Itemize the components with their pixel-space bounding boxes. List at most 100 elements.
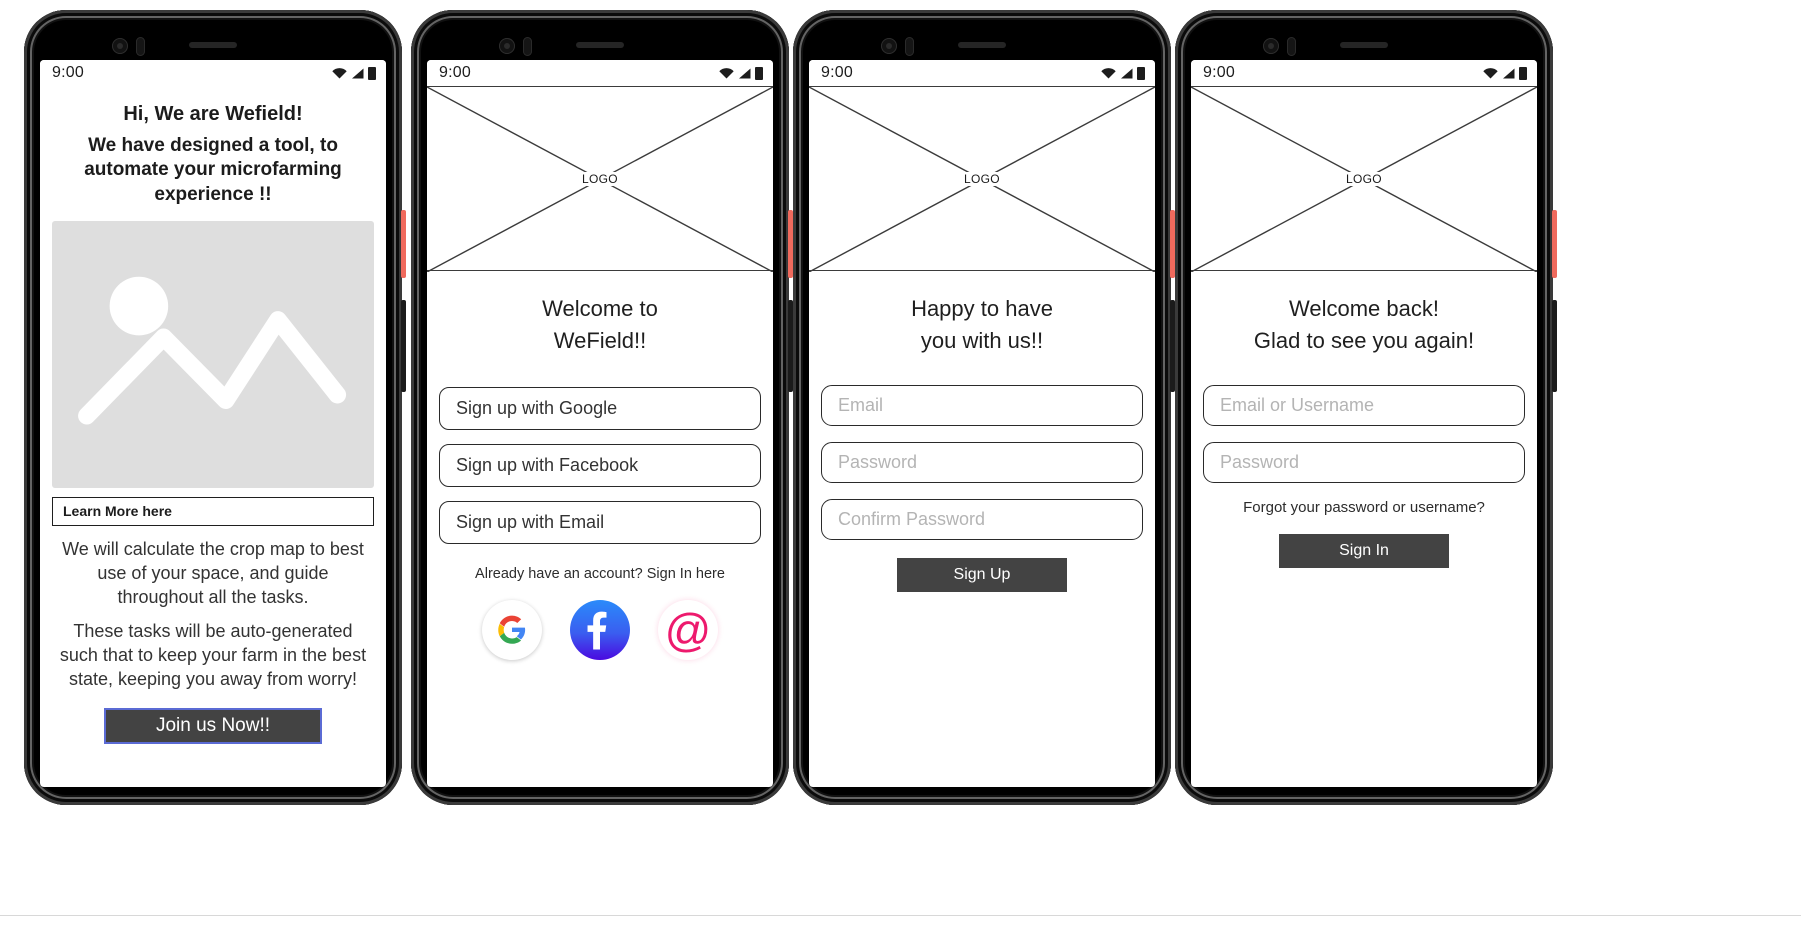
signup-google-button[interactable]: Sign up with Google: [439, 386, 761, 430]
screen-signin-form: 9:00 LOGO Welcome back! Glad to see you …: [1191, 60, 1537, 787]
mountain-photo-icon: [78, 276, 347, 425]
email-or-username-placeholder: Email or Username: [1220, 394, 1375, 415]
email-at-icon[interactable]: @: [658, 599, 718, 660]
page-heading-line2: WeField!!: [553, 327, 647, 353]
facebook-icon[interactable]: [570, 599, 630, 660]
camera-lens-icon: [499, 38, 515, 54]
power-button[interactable]: [1552, 210, 1557, 278]
logo-label: LOGO: [1343, 171, 1385, 186]
forgot-password-link[interactable]: Forgot your password or username?: [1203, 499, 1525, 516]
google-g-glyph: [498, 615, 526, 644]
signup-form-content: LOGO Happy to have you with us!! Email P…: [809, 86, 1155, 787]
description-paragraph-2: These tasks will be auto-generated such …: [59, 620, 367, 689]
status-bar: 9:00: [40, 60, 386, 86]
password-placeholder: Password: [1220, 451, 1300, 472]
sign-up-button[interactable]: Sign Up: [897, 557, 1067, 592]
wifi-icon: [332, 67, 347, 78]
email-field[interactable]: Email: [821, 384, 1143, 426]
join-us-button[interactable]: Join us Now!!: [104, 707, 322, 744]
page-heading: Welcome to WeField!!: [439, 293, 761, 357]
volume-button[interactable]: [401, 300, 406, 392]
google-icon[interactable]: [482, 599, 542, 660]
battery-icon: [755, 66, 763, 80]
page-heading-line1: Welcome back!: [1289, 296, 1439, 321]
submit-container: Sign In: [1203, 533, 1525, 568]
proximity-sensor-icon: [136, 37, 145, 56]
signup-options-content: LOGO Welcome to WeField!! Sign up with G…: [427, 86, 773, 787]
page-subtitle: We have designed a tool, to automate you…: [84, 135, 342, 205]
phone-hardware-row: [793, 32, 1171, 58]
battery-icon: [1519, 66, 1527, 80]
phone-hardware-row: [1175, 32, 1553, 58]
battery-icon: [368, 66, 376, 80]
status-bar: 9:00: [809, 60, 1155, 86]
screen-signup-form: 9:00 LOGO Happy to have you with us!! Em…: [809, 60, 1155, 787]
signin-form-content: LOGO Welcome back! Glad to see you again…: [1191, 86, 1537, 787]
page-heading-line2: Glad to see you again!: [1253, 327, 1475, 353]
status-clock: 9:00: [821, 64, 853, 81]
camera-lens-icon: [1263, 38, 1279, 54]
earpiece-speaker-icon: [958, 42, 1006, 48]
learn-more-label: Learn More here: [63, 503, 172, 520]
password-field[interactable]: Password: [1203, 441, 1525, 483]
phone-hardware-row: [24, 32, 402, 58]
battery-icon: [1137, 66, 1145, 80]
camera-lens-icon: [881, 38, 897, 54]
signup-email-button[interactable]: Sign up with Email: [439, 500, 761, 544]
learn-more-box[interactable]: Learn More here: [52, 496, 374, 526]
confirm-password-placeholder: Confirm Password: [838, 508, 986, 529]
status-icons: [719, 66, 763, 80]
logo-label: LOGO: [579, 171, 621, 186]
wifi-icon: [719, 67, 734, 78]
proximity-sensor-icon: [1287, 37, 1296, 56]
phone-frame-signup-options: 9:00 LOGO Welcome to WeField!! Sign up w…: [411, 10, 793, 805]
page-heading: Happy to have you with us!!: [821, 293, 1143, 357]
cta-container: Join us Now!!: [52, 707, 374, 744]
signup-facebook-button[interactable]: Sign up with Facebook: [439, 443, 761, 487]
status-clock: 9:00: [439, 64, 471, 81]
page-heading-line1: Welcome to: [542, 296, 658, 321]
page-heading-line1: Happy to have: [911, 296, 1053, 321]
submit-container: Sign Up: [821, 557, 1143, 592]
status-icons: [1101, 66, 1145, 80]
earpiece-speaker-icon: [1340, 42, 1388, 48]
email-or-username-field[interactable]: Email or Username: [1203, 384, 1525, 426]
camera-lens-icon: [112, 38, 128, 54]
description-paragraph-1: We will calculate the crop map to best u…: [62, 538, 364, 607]
signal-icon: [739, 68, 751, 78]
logo-label: LOGO: [961, 171, 1003, 186]
status-icons: [1483, 66, 1527, 80]
power-button[interactable]: [401, 210, 406, 278]
social-icons-row: @: [439, 599, 761, 660]
logo-placeholder: LOGO: [809, 86, 1155, 272]
proximity-sensor-icon: [523, 37, 532, 56]
facebook-f-glyph: [587, 611, 607, 650]
logo-placeholder: LOGO: [427, 86, 773, 272]
status-icons: [332, 66, 376, 80]
phone-frame-onboarding: 9:00 Hi, We are Wefield! We have designe…: [24, 10, 406, 805]
wifi-icon: [1483, 67, 1498, 78]
confirm-password-field[interactable]: Confirm Password: [821, 498, 1143, 540]
onboarding-content: Hi, We are Wefield! We have designed a t…: [40, 86, 386, 787]
phone-frame-signin-form: 9:00 LOGO Welcome back! Glad to see you …: [1175, 10, 1557, 805]
email-placeholder: Email: [838, 394, 884, 415]
phone-hardware-row: [411, 32, 789, 58]
logo-placeholder: LOGO: [1191, 86, 1537, 272]
volume-button[interactable]: [1552, 300, 1557, 392]
mockup-canvas: 9:00 Hi, We are Wefield! We have designe…: [0, 0, 1801, 937]
signal-icon: [1503, 68, 1515, 78]
phone-frame-signup-form: 9:00 LOGO Happy to have you with us!! Em…: [793, 10, 1175, 805]
sign-in-button[interactable]: Sign In: [1279, 533, 1449, 568]
screen-signup-options: 9:00 LOGO Welcome to WeField!! Sign up w…: [427, 60, 773, 787]
page-title: Hi, We are Wefield!: [123, 103, 303, 125]
signin-prompt-link[interactable]: Already have an account? Sign In here: [439, 566, 761, 582]
page-heading: Welcome back! Glad to see you again!: [1203, 293, 1525, 357]
status-bar: 9:00: [427, 60, 773, 86]
proximity-sensor-icon: [905, 37, 914, 56]
password-placeholder: Password: [838, 451, 918, 472]
status-clock: 9:00: [52, 64, 84, 81]
status-bar: 9:00: [1191, 60, 1537, 86]
password-field[interactable]: Password: [821, 441, 1143, 483]
signal-icon: [352, 68, 364, 78]
page-heading-line2: you with us!!: [920, 327, 1044, 353]
